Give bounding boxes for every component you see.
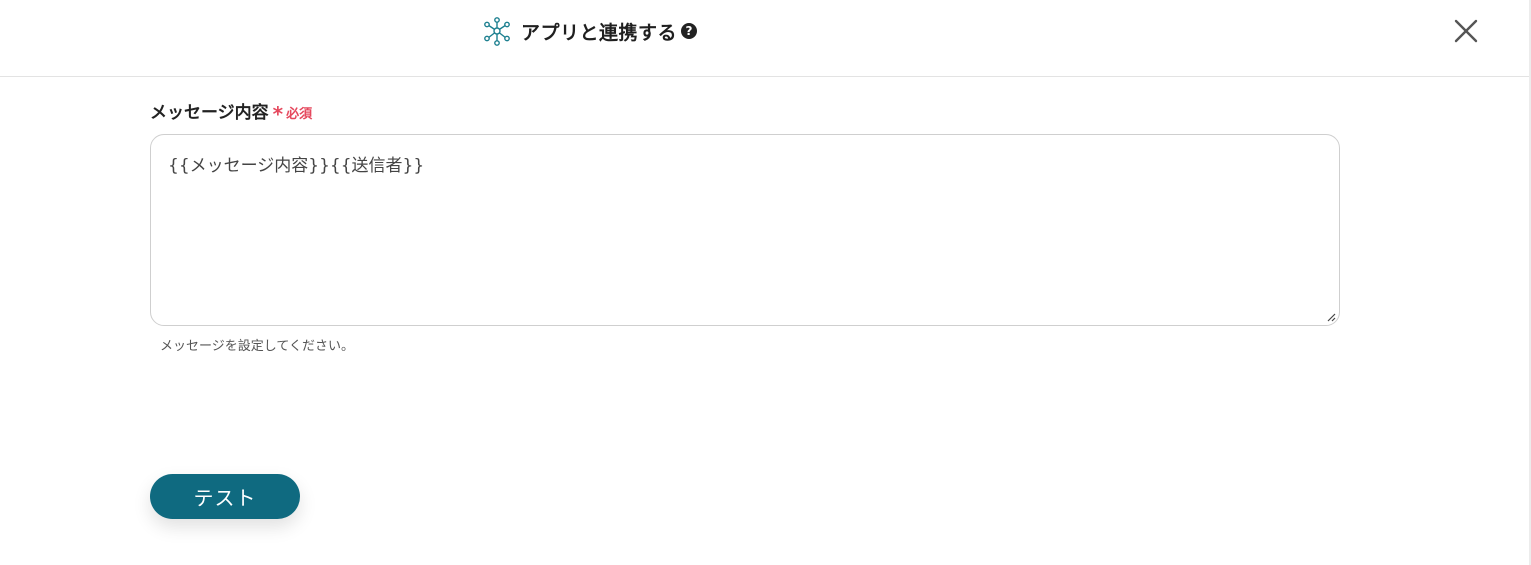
message-field-label: メッセージ内容 <box>150 103 269 123</box>
message-helper-text: メッセージを設定してください。 <box>160 339 354 354</box>
message-textarea-value[interactable]: {{メッセージ内容}}{{送信者}} <box>168 151 424 176</box>
modal-title: アプリと連携する <box>521 21 678 44</box>
resize-handle-icon[interactable] <box>1326 312 1336 322</box>
required-asterisk: * <box>272 102 284 126</box>
message-textarea[interactable]: {{メッセージ内容}}{{送信者}} <box>150 134 1340 326</box>
close-icon[interactable] <box>1449 14 1483 48</box>
message-field-label-row: メッセージ内容 * 必須 <box>150 98 313 126</box>
modal-title-group: アプリと連携する ? <box>483 16 698 46</box>
test-button[interactable]: テスト <box>150 474 300 519</box>
required-badge: 必須 <box>286 107 313 122</box>
modal-header: アプリと連携する ? <box>0 0 1529 77</box>
help-icon[interactable]: ? <box>681 23 698 39</box>
network-nodes-icon <box>484 17 510 46</box>
connect-app-modal: アプリと連携する ? メッセージ内容 * 必須 {{メッセージ内容}}{{送信者… <box>0 0 1531 565</box>
